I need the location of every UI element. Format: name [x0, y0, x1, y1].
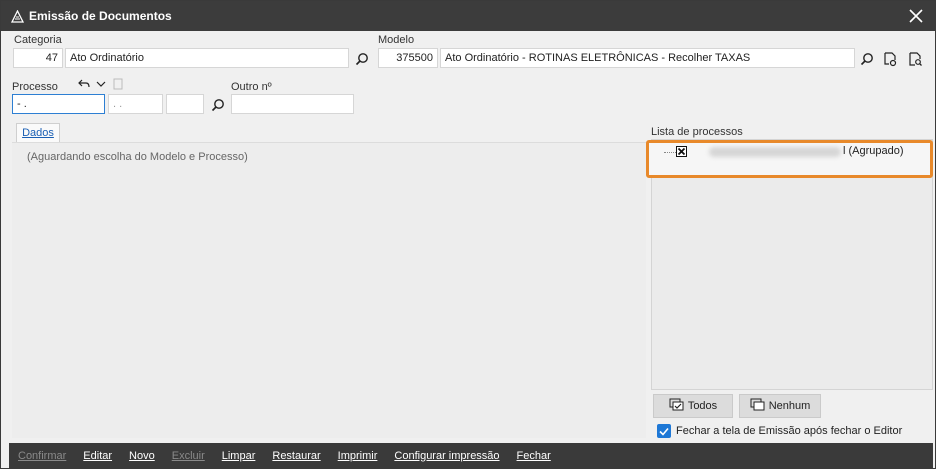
- processo-suffix-field[interactable]: [166, 94, 204, 114]
- process-list-item[interactable]: l (Agrupado): [646, 140, 933, 178]
- action-bar: Confirmar Editar Novo Excluir Limpar Res…: [9, 443, 933, 468]
- dados-hint: (Aguardando escolha do Modelo e Processo…: [27, 151, 248, 163]
- editar-button[interactable]: Editar: [83, 450, 112, 462]
- lista-label: Lista de processos: [651, 126, 743, 138]
- processo-search-icon[interactable]: [209, 96, 227, 114]
- nenhum-label: Nenhum: [768, 400, 811, 412]
- select-all-icon: [669, 398, 684, 414]
- process-item-text: l (Agrupado): [843, 145, 904, 157]
- todos-label: Todos: [687, 400, 718, 412]
- nenhum-button[interactable]: Nenhum: [739, 394, 821, 418]
- select-none-icon: [750, 398, 765, 414]
- excluir-button[interactable]: Excluir: [172, 450, 205, 462]
- fechar-checkbox[interactable]: [657, 424, 671, 438]
- modelo-settings-icon[interactable]: [881, 50, 899, 68]
- title-bar: Emissão de Documentos: [1, 1, 935, 31]
- tree-connector: [664, 152, 676, 153]
- outro-field[interactable]: [231, 94, 354, 114]
- chevron-down-icon[interactable]: [94, 77, 108, 91]
- categoria-name-field[interactable]: Ato Ordinatório: [65, 48, 349, 68]
- tab-dados[interactable]: Dados: [16, 123, 60, 142]
- outro-label: Outro nº: [231, 81, 272, 93]
- modelo-search-icon[interactable]: [858, 50, 876, 68]
- modelo-label: Modelo: [378, 34, 415, 46]
- close-icon[interactable]: [907, 7, 925, 25]
- app-icon: [10, 9, 24, 23]
- configurar-impressao-button[interactable]: Configurar impressão: [394, 450, 499, 462]
- processo-label: Processo: [12, 81, 58, 93]
- modelo-code-field[interactable]: 375500: [378, 48, 438, 68]
- categoria-label: Categoria: [14, 34, 62, 46]
- processo-segment-field[interactable]: . .: [108, 94, 163, 114]
- modelo-document-search-icon[interactable]: [906, 50, 924, 68]
- confirmar-button[interactable]: Confirmar: [18, 450, 66, 462]
- categoria-code-field[interactable]: 47: [13, 48, 63, 68]
- clipboard-icon: [111, 77, 125, 91]
- fechar-button[interactable]: Fechar: [517, 450, 551, 462]
- restaurar-button[interactable]: Restaurar: [272, 450, 320, 462]
- window-title: Emissão de Documentos: [29, 9, 172, 23]
- dados-panel: (Aguardando escolha do Modelo e Processo…: [12, 142, 646, 438]
- item-checkbox[interactable]: [676, 146, 687, 157]
- novo-button[interactable]: Novo: [129, 450, 155, 462]
- modelo-name-field[interactable]: Ato Ordinatório - ROTINAS ELETRÔNICAS - …: [440, 48, 855, 68]
- fechar-checkbox-label[interactable]: Fechar a tela de Emissão após fechar o E…: [676, 425, 902, 437]
- undo-icon[interactable]: [77, 77, 91, 91]
- redacted-process-number: [709, 147, 841, 157]
- imprimir-button[interactable]: Imprimir: [338, 450, 378, 462]
- emissao-window: Emissão de Documentos Categoria 47 Ato O…: [0, 0, 936, 469]
- processo-number-field[interactable]: - .: [12, 94, 105, 114]
- limpar-button[interactable]: Limpar: [222, 450, 256, 462]
- categoria-search-icon[interactable]: [353, 50, 371, 68]
- todos-button[interactable]: Todos: [653, 394, 733, 418]
